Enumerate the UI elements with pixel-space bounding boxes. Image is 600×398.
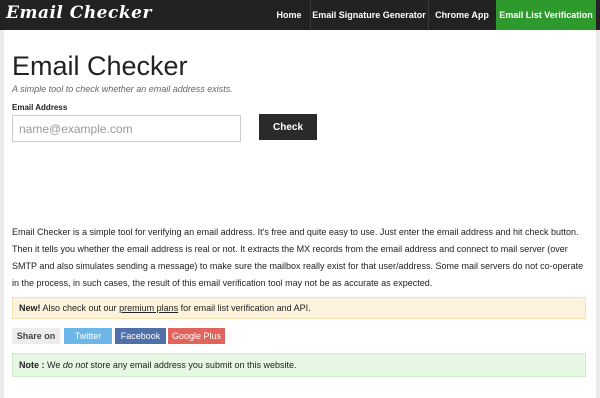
brand-logo[interactable]: Email Checker bbox=[6, 3, 152, 23]
new-badge: New! bbox=[19, 303, 41, 313]
note-text-after: store any email address you submit on th… bbox=[87, 360, 297, 370]
share-facebook-button[interactable]: Facebook bbox=[115, 328, 166, 344]
check-button[interactable]: Check bbox=[259, 114, 317, 140]
nav-home[interactable]: Home bbox=[268, 0, 310, 30]
share-google-plus-button[interactable]: Google Plus bbox=[168, 328, 225, 344]
page-title: Email Checker bbox=[12, 51, 188, 81]
nav-email-list-verification[interactable]: Email List Verification bbox=[496, 0, 596, 30]
email-input[interactable] bbox=[12, 115, 241, 142]
share-on-label: Share on bbox=[12, 328, 60, 344]
nav-chrome-app[interactable]: Chrome App bbox=[428, 0, 496, 30]
top-navbar: Email Checker Home Email Signature Gener… bbox=[0, 0, 600, 30]
share-twitter-button[interactable]: Twitter bbox=[64, 328, 112, 344]
email-address-label: Email Address bbox=[12, 103, 68, 112]
alert-text-before: Also check out our bbox=[40, 303, 120, 313]
note-text-before: We bbox=[44, 360, 63, 370]
alert-text-after: for email list verification and API. bbox=[178, 303, 311, 313]
premium-plans-alert: New! Also check out our premium plans fo… bbox=[12, 297, 586, 319]
nav-email-signature-generator[interactable]: Email Signature Generator bbox=[310, 0, 428, 30]
page-subtitle: A simple tool to check whether an email … bbox=[12, 84, 233, 94]
note-label: Note : bbox=[19, 360, 45, 370]
tool-description: Email Checker is a simple tool for verif… bbox=[12, 227, 584, 288]
premium-plans-link[interactable]: premium plans bbox=[119, 303, 178, 313]
note-emphasis: do not bbox=[62, 360, 88, 370]
privacy-note: Note : We do not store any email address… bbox=[12, 353, 586, 377]
